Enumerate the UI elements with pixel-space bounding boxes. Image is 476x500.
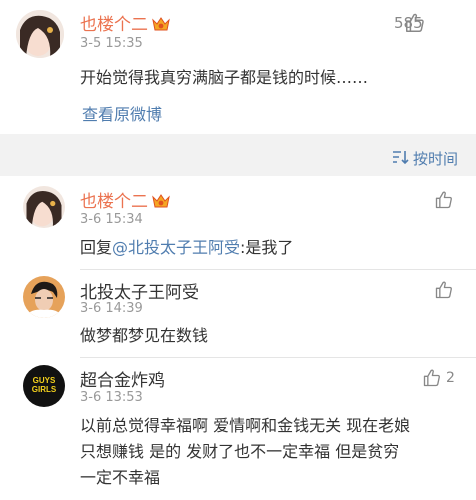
- comment-time: 3-6 13:53: [80, 390, 143, 405]
- post-like-count: 585: [394, 14, 423, 32]
- thumbs-up-icon: [434, 190, 454, 210]
- thumbs-up-icon: [434, 280, 454, 300]
- comment-username[interactable]: 超合金炸鸡: [80, 366, 165, 391]
- vip-crown-icon: [152, 193, 170, 209]
- avatar[interactable]: [23, 276, 65, 318]
- post-content: 开始觉得我真穷满脑子都是钱的时候……: [80, 68, 369, 87]
- comment-like-button[interactable]: [434, 190, 454, 210]
- avatar[interactable]: [16, 10, 64, 58]
- comment-text: :是我了: [240, 238, 294, 257]
- comment-content-line: 以前总觉得幸福啊 爱情啊和金钱无关 现在老娘: [80, 416, 411, 435]
- post-username[interactable]: 也楼个二: [80, 10, 170, 35]
- comment-content: 回复@北投太子王阿受:是我了: [80, 234, 293, 258]
- comment-time: 3-6 14:39: [80, 301, 143, 316]
- comment-username[interactable]: 也楼个二: [80, 187, 170, 212]
- divider: [80, 357, 476, 358]
- avatar[interactable]: [23, 186, 65, 228]
- vip-crown-icon: [152, 16, 170, 32]
- comment-like-button[interactable]: 2: [422, 368, 455, 388]
- comment-content: 做梦都梦见在数钱: [80, 326, 209, 345]
- avatar-text: GUYS: [32, 376, 56, 385]
- avatar[interactable]: GUYS GIRLS: [23, 365, 65, 407]
- reply-prefix: 回复: [80, 238, 113, 257]
- post-username-text: 也楼个二: [80, 15, 148, 35]
- divider: [80, 269, 476, 270]
- sort-label: 按时间: [412, 150, 458, 168]
- comment-username-text: 也楼个二: [80, 192, 148, 212]
- post-time: 3-5 15:35: [80, 36, 143, 51]
- comment-time: 3-6 15:34: [80, 212, 143, 227]
- comment-like-button[interactable]: [434, 280, 454, 300]
- comment-username[interactable]: 北投太子王阿受: [80, 278, 199, 303]
- sort-by-time-button[interactable]: 按时间: [391, 148, 458, 169]
- comment-content-line: 只想赚钱 是的 发财了也不一定幸福 但是贫穷: [80, 442, 400, 461]
- comment-like-count: 2: [446, 370, 455, 386]
- post-card: 也楼个二 3-5 15:35 585 开始觉得我真穷满脑子都是钱的时候…… 查看…: [0, 0, 476, 134]
- sort-icon: [391, 149, 409, 169]
- view-original-link[interactable]: 查看原微博: [82, 101, 162, 125]
- comment-content-line: 一定不幸福: [80, 468, 161, 487]
- sort-bar: 按时间: [0, 140, 476, 176]
- mention-link[interactable]: @北投太子王阿受: [112, 238, 240, 257]
- thumbs-up-icon: [422, 368, 442, 388]
- comment-list: 也楼个二 3-6 15:34 回复@北投太子王阿受:是我了 北投太子王阿受 3-…: [0, 176, 476, 500]
- avatar-text: GIRLS: [31, 385, 57, 394]
